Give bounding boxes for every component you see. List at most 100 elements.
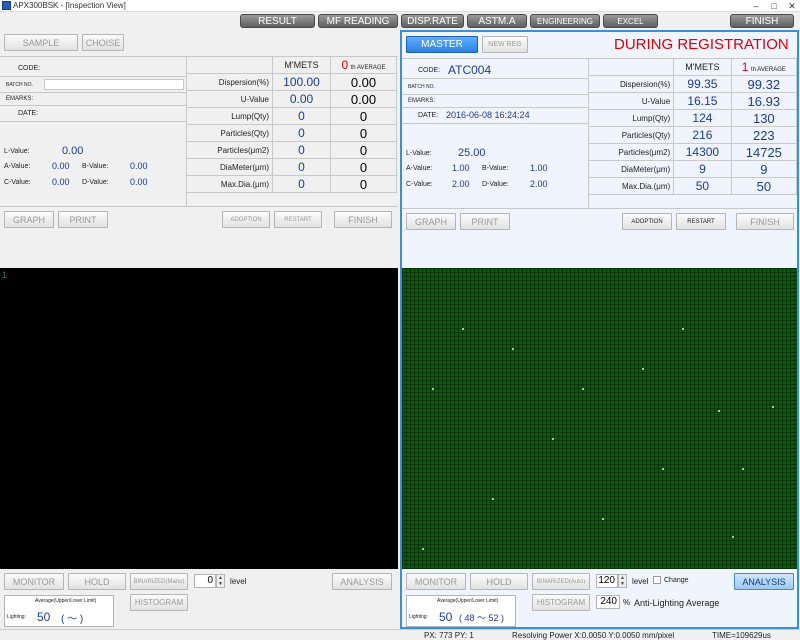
lvalue-label: L-Value: (4, 148, 30, 155)
engineering-button[interactable]: ENGINEERING (530, 14, 600, 28)
binarized-button[interactable]: BINARIZED(Manu) (130, 573, 188, 590)
row-label: Lump(Qty) (587, 109, 675, 127)
graph-button[interactable]: GRAPH (406, 213, 456, 230)
status-bar: PX: 773 PY: 1 Resolving Power X:0.0050 Y… (0, 629, 800, 640)
row-value: 0 (272, 158, 331, 176)
lighting-value: 50 (439, 610, 453, 624)
new-reg-button[interactable]: NEW REG (482, 36, 528, 53)
monitor-button[interactable]: MONITOR (406, 573, 466, 590)
lighting-range: ( 48 ～ 52 ) (459, 613, 505, 623)
level-spinner[interactable]: ▲ ▼ (618, 574, 627, 588)
bvalue: 1.00 (530, 163, 548, 173)
lighting-label: Lighting: (409, 614, 428, 620)
pixel-readout: PX: 773 PY: 1 (424, 631, 474, 640)
bvalue: 0.00 (130, 161, 148, 171)
dvalue-label: D-Value: (482, 181, 509, 188)
analysis-button[interactable]: ANALYSIS (734, 573, 794, 590)
registration-status: DURING REGISTRATION (614, 36, 789, 53)
row-value: 100.00 (272, 73, 331, 91)
print-button[interactable]: PRINT (460, 213, 510, 230)
row-value: 9 (673, 160, 732, 178)
batch-label: BATCH NO. (6, 82, 33, 88)
lvalue-label: L-Value: (406, 150, 432, 157)
row-average: 0.00 (330, 90, 397, 108)
mmets-header: M'METS (673, 58, 732, 76)
particle (602, 518, 604, 520)
row-average: 0 (330, 124, 397, 142)
analysis-button[interactable]: ANALYSIS (332, 573, 392, 590)
finish-button[interactable]: FINISH (334, 211, 392, 228)
level-spinner[interactable]: ▲ ▼ (216, 574, 225, 588)
binarized-button[interactable]: BINARIZED(Auto) (532, 573, 590, 590)
histogram-button[interactable]: HISTOGRAM (130, 594, 188, 611)
sample-button[interactable]: SAMPLE (4, 34, 78, 51)
finish-top-button[interactable]: FINISH (730, 14, 794, 28)
print-button[interactable]: PRINT (58, 211, 108, 228)
row-average: 0 (330, 107, 397, 125)
row-average: 223 (730, 126, 798, 144)
right-controls: MONITOR HOLD BINARIZED(Auto) 120 ▲ ▼ leve… (400, 569, 799, 629)
anti-lighting-input[interactable]: 240 (596, 595, 620, 609)
date-value: 2016-06-08 16:24:24 (446, 110, 530, 120)
lvalue: 25.00 (458, 147, 486, 159)
avalue-label: A-Value: (4, 163, 31, 170)
astm-button[interactable]: ASTM.A (467, 14, 527, 28)
finish-button[interactable]: FINISH (736, 213, 794, 230)
row-value: 14300 (673, 143, 732, 161)
particle (552, 438, 554, 440)
row-value: 216 (673, 126, 732, 144)
row-average: 14725 (730, 143, 798, 161)
minimize-icon[interactable]: – (748, 0, 764, 12)
avalue: 0.00 (52, 161, 70, 171)
row-average: 0.00 (330, 73, 397, 91)
adoption-button[interactable]: ADOPTION (222, 211, 270, 228)
particle (432, 388, 434, 390)
row-label: U-Value (587, 92, 675, 110)
right-image-view[interactable] (400, 268, 799, 569)
row-average: 130 (730, 109, 798, 127)
anti-lighting-label: Anti-Lighting Average (634, 598, 720, 608)
level-input[interactable]: 120 (596, 574, 618, 588)
level-label: level (230, 577, 247, 586)
restart-button[interactable]: RESTART (676, 213, 726, 230)
particle (742, 468, 744, 470)
channel-number: 1 (2, 270, 8, 280)
row-label: Dispersion(%) (587, 75, 675, 93)
mf-reading-button[interactable]: MF READING (318, 14, 398, 28)
choise-button[interactable]: CHOISE (82, 34, 124, 51)
batch-field[interactable] (44, 79, 184, 90)
app-icon (2, 1, 11, 10)
bvalue-label: B-Value: (82, 163, 109, 170)
percent-label: % (623, 598, 631, 607)
level-input[interactable]: 0 (194, 574, 216, 588)
title-bar: APX300BSK - [Inspection View] (0, 0, 800, 12)
avg-header: th AVERAGE (350, 65, 386, 71)
row-label: Particles(Qty) (186, 124, 273, 142)
average-title: Average(Upper/Lover Limit) (437, 598, 499, 604)
monitor-button[interactable]: MONITOR (4, 573, 64, 590)
maximize-icon[interactable]: □ (766, 0, 782, 12)
excel-button[interactable]: EXCEL (603, 14, 658, 28)
row-label: Max.Dia.(μm) (186, 175, 273, 193)
date-label: DATE: (418, 112, 439, 119)
lvalue: 0.00 (62, 145, 84, 157)
hold-button[interactable]: HOLD (470, 573, 528, 590)
row-label: Particles(Qty) (587, 126, 675, 144)
graph-button[interactable]: GRAPH (4, 211, 54, 228)
top-toolbar: RESULT MF READING DISP.RATE ASTM.A ENGIN… (0, 12, 800, 30)
result-button[interactable]: RESULT (240, 14, 315, 28)
hold-button[interactable]: HOLD (68, 573, 126, 590)
left-image-view[interactable]: 1 (0, 268, 398, 569)
disp-rate-button[interactable]: DISP.RATE (401, 14, 464, 28)
emarks-label: EMARKS: (408, 98, 436, 104)
restart-button[interactable]: RESTART (274, 211, 322, 228)
change-checkbox[interactable] (653, 576, 661, 584)
lighting-value: 50 (37, 610, 51, 624)
close-icon[interactable]: ✕ (784, 0, 800, 12)
adoption-button[interactable]: ADOPTION (622, 213, 672, 230)
row-label: Particles(μm2) (587, 143, 675, 161)
particle (492, 498, 494, 500)
histogram-button[interactable]: HISTOGRAM (532, 594, 590, 611)
row-label: Lump(Qty) (186, 107, 273, 125)
master-button[interactable]: MASTER (406, 36, 478, 53)
